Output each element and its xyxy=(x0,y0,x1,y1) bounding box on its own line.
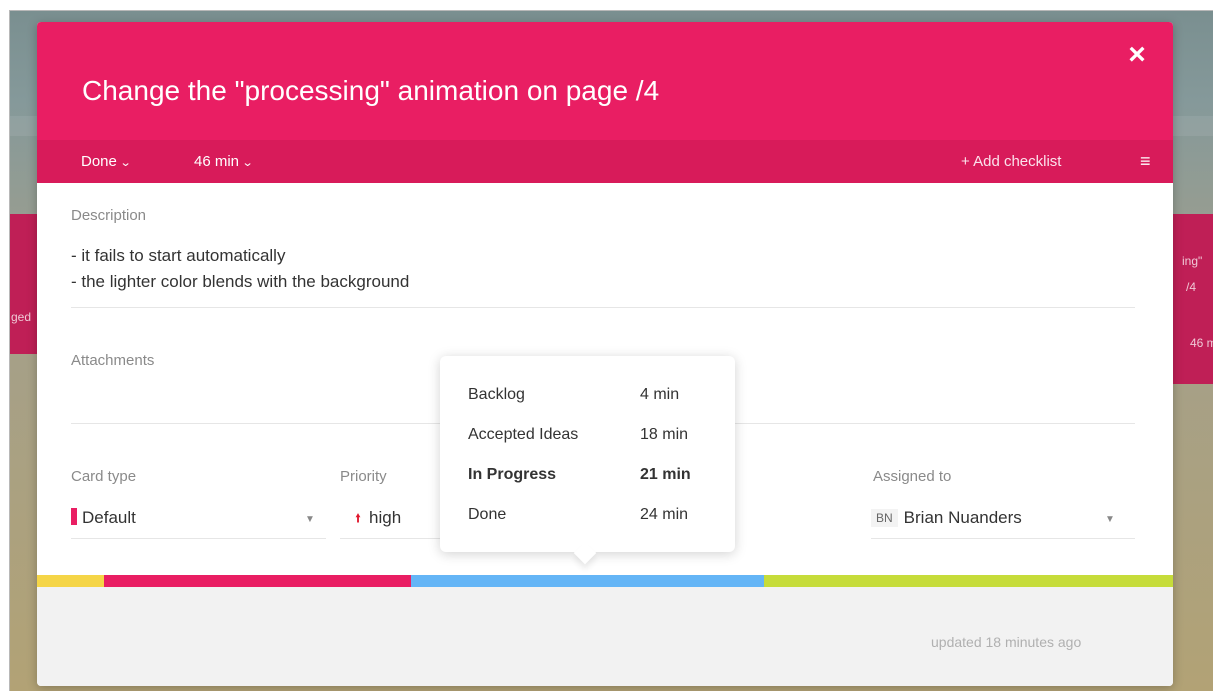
card-type-color-swatch xyxy=(71,508,77,525)
priority-select[interactable]: 🠙 high xyxy=(355,508,401,530)
add-checklist-button[interactable]: + Add checklist xyxy=(961,140,1061,183)
timeline-segment-accepted-ideas[interactable] xyxy=(104,575,411,587)
stage-time: 21 min xyxy=(640,466,691,483)
timeline-segment-done[interactable] xyxy=(764,575,1173,587)
card-type-select[interactable]: Default xyxy=(71,508,136,528)
status-dropdown[interactable]: Done ⌄ xyxy=(81,140,132,183)
avatar: BN xyxy=(871,509,898,527)
tooltip-row: Done 24 min xyxy=(468,506,718,528)
description-line: - it fails to start automatically xyxy=(71,246,286,265)
assignee-select[interactable]: BN Brian Nuanders xyxy=(871,508,1022,528)
timeline-segment-in-progress[interactable] xyxy=(411,575,764,587)
chevron-down-icon: ⌄ xyxy=(119,157,132,169)
stage-timeline-bar[interactable] xyxy=(37,575,1173,587)
background-card-text: ing" xyxy=(1182,254,1203,268)
card-detail-modal: Change the "processing" animation on pag… xyxy=(37,22,1173,686)
background-card-text: 46 m xyxy=(1190,336,1213,350)
assignee-name: Brian Nuanders xyxy=(903,508,1022,527)
updated-timestamp: updated 18 minutes ago xyxy=(931,634,1082,650)
description-line: - the lighter color blends with the back… xyxy=(71,272,410,291)
tooltip-caret xyxy=(573,541,597,565)
background-card-text: /4 xyxy=(1186,280,1197,294)
stage-name: In Progress xyxy=(468,466,557,483)
card-type-label: Card type xyxy=(71,468,137,485)
field-underline xyxy=(871,538,1135,539)
stage-name: Backlog xyxy=(468,386,525,403)
divider xyxy=(71,307,1135,308)
chevron-down-icon: ⌄ xyxy=(241,157,254,169)
description-text[interactable]: - it fails to start automatically - the … xyxy=(71,243,1135,295)
background-card-text: ged xyxy=(11,310,32,324)
modal-toolbar: Done ⌄ 46 min ⌄ + Add checklist ≡ xyxy=(37,140,1173,183)
field-underline xyxy=(71,538,326,539)
modal-footer: updated 18 minutes ago xyxy=(37,587,1173,686)
stage-time-tooltip: Backlog 4 min Accepted Ideas 18 min In P… xyxy=(440,356,735,565)
stage-time: 4 min xyxy=(640,386,680,403)
field-underline xyxy=(340,538,440,539)
time-label: 46 min xyxy=(194,153,240,170)
description-label: Description xyxy=(71,207,147,224)
assigned-to-label: Assigned to xyxy=(873,468,952,485)
close-icon[interactable]: × xyxy=(1122,40,1152,70)
priority-value: high xyxy=(369,508,402,527)
menu-icon[interactable]: ≡ xyxy=(1140,140,1151,183)
dropdown-arrow-icon[interactable]: ▼ xyxy=(1105,514,1115,525)
timeline-segment-backlog[interactable] xyxy=(37,575,104,587)
card-title[interactable]: Change the "processing" animation on pag… xyxy=(82,75,659,107)
stage-time: 18 min xyxy=(640,426,689,443)
tooltip-row: In Progress 21 min xyxy=(468,466,718,488)
arrow-up-icon: 🠙 xyxy=(355,511,362,525)
time-dropdown[interactable]: 46 min ⌄ xyxy=(194,140,254,183)
card-type-value: Default xyxy=(82,508,136,527)
background-card-right[interactable]: ing" /4 46 m xyxy=(1170,214,1213,384)
attachments-label: Attachments xyxy=(71,352,155,369)
tooltip-row: Accepted Ideas 18 min xyxy=(468,426,718,448)
stage-name: Done xyxy=(468,506,507,523)
dropdown-arrow-icon[interactable]: ▼ xyxy=(305,514,315,525)
stage-time: 24 min xyxy=(640,506,689,523)
status-label: Done xyxy=(81,153,117,170)
tooltip-row: Backlog 4 min xyxy=(468,386,718,408)
stage-name: Accepted Ideas xyxy=(468,426,579,443)
priority-label: Priority xyxy=(340,468,387,485)
modal-header: Change the "processing" animation on pag… xyxy=(37,22,1173,140)
